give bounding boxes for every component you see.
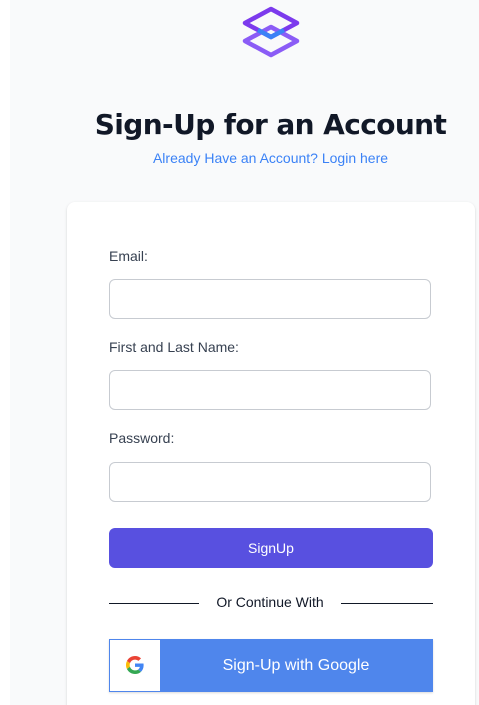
password-field[interactable]	[109, 462, 431, 502]
signup-page: Sign-Up for an Account Already Have an A…	[0, 0, 479, 705]
name-label: First and Last Name:	[109, 339, 239, 355]
divider-line-left	[109, 603, 199, 604]
email-label: Email:	[109, 248, 148, 264]
google-signup-button[interactable]: Sign-Up with Google	[109, 639, 433, 692]
divider-line-right	[341, 603, 433, 604]
google-icon	[126, 656, 144, 674]
email-field[interactable]	[109, 279, 431, 319]
password-label: Password:	[109, 430, 175, 446]
divider-text: Or Continue With	[216, 594, 324, 610]
page-title: Sign-Up for an Account	[94, 108, 447, 141]
hexagon-logo-icon	[242, 6, 300, 58]
signup-button[interactable]: SignUp	[109, 528, 433, 568]
google-button-label: Sign-Up with Google	[222, 657, 370, 674]
name-field[interactable]	[109, 370, 431, 410]
or-divider: Or Continue With	[109, 594, 433, 612]
signup-card: Email: First and Last Name: Password: Si…	[67, 202, 475, 705]
login-link[interactable]: Already Have an Account? Login here	[0, 150, 479, 166]
google-icon-box	[110, 640, 160, 691]
